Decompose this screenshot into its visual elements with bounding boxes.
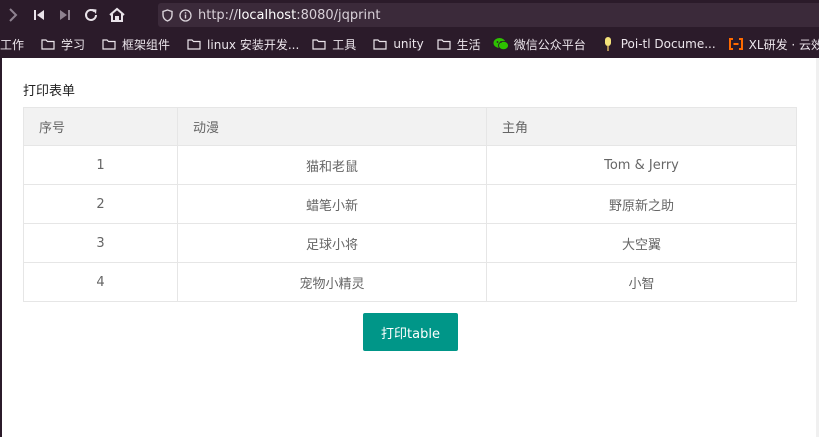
cell-index: 3 <box>23 223 178 263</box>
bookmark-label: 工具 <box>332 37 357 52</box>
bookmark-poi-tl[interactable]: Poi-tl Docume... <box>600 30 722 58</box>
info-icon[interactable] <box>176 3 194 27</box>
bookmark-label: 学习 <box>61 37 86 52</box>
cell-anime: 蜡笔小新 <box>177 184 487 224</box>
bookmark-study[interactable]: 学习 <box>40 30 91 58</box>
home-icon[interactable] <box>104 0 130 30</box>
cell-anime: 猫和老鼠 <box>177 145 487 185</box>
table-row: 1 猫和老鼠 Tom & Jerry <box>23 145 797 185</box>
folder-icon <box>101 36 117 52</box>
table-row: 3 足球小将 大空翼 <box>23 223 797 263</box>
print-table-button[interactable]: 打印table <box>363 313 458 351</box>
page-content: 打印表单 序号 动漫 主角 1 猫和老鼠 Tom & Jerry 2 蜡笔小新 … <box>0 58 819 437</box>
cell-index: 2 <box>23 184 178 224</box>
skip-forward-icon[interactable] <box>52 0 78 30</box>
bookmark-label: Poi-tl Docume... <box>620 37 716 51</box>
cell-index: 1 <box>23 145 178 185</box>
bookmark-frameworks[interactable]: 框架组件 <box>101 30 176 58</box>
bookmark-xl-yunxiao[interactable]: XL研发 · 云效 <box>728 30 819 58</box>
table-header-row: 序号 动漫 主角 <box>23 107 797 146</box>
folder-icon <box>40 36 56 52</box>
column-header-index: 序号 <box>23 107 178 146</box>
aliyun-icon <box>728 36 744 52</box>
cell-protagonist: 小智 <box>486 262 797 302</box>
column-header-protagonist: 主角 <box>486 107 797 146</box>
bookmark-linux[interactable]: linux 安装开发... <box>186 30 305 58</box>
folder-icon <box>372 36 388 52</box>
folder-icon <box>436 36 452 52</box>
skip-back-icon[interactable] <box>26 0 52 30</box>
bookmark-life[interactable]: 生活 <box>436 30 487 58</box>
url-prefix: http:// <box>198 7 238 23</box>
cell-anime: 足球小将 <box>177 223 487 263</box>
folder-icon <box>186 36 202 52</box>
wechat-icon <box>493 36 509 52</box>
bookmark-label: 生活 <box>456 37 481 52</box>
bookmark-work[interactable]: 工作 <box>0 30 30 58</box>
address-bar[interactable]: http://localhost:8080/jqprint <box>158 3 819 27</box>
cell-protagonist: 野原新之助 <box>486 184 797 224</box>
cell-anime: 宠物小精灵 <box>177 262 487 302</box>
url-host: localhost <box>237 7 297 23</box>
bookmarks-bar: 工作 学习 框架组件 linux 安装开发... 工具 unity 生活 微信公… <box>0 30 819 58</box>
reload-icon[interactable] <box>78 0 104 30</box>
bookmark-label: 框架组件 <box>122 37 171 52</box>
bookmark-unity[interactable]: unity <box>372 30 429 58</box>
cell-protagonist: Tom & Jerry <box>486 145 797 185</box>
table-row: 2 蜡笔小新 野原新之助 <box>23 184 797 224</box>
bookmark-tools[interactable]: 工具 <box>311 30 362 58</box>
bookmark-label: 微信公众平台 <box>513 37 586 52</box>
bookmark-label: XL研发 · 云效 <box>748 37 819 52</box>
forward-icon[interactable] <box>0 0 26 30</box>
shield-icon[interactable] <box>158 3 176 27</box>
page-title: 打印表单 <box>23 84 76 99</box>
cell-index: 4 <box>23 262 178 302</box>
table-row: 4 宠物小精灵 小智 <box>23 262 797 302</box>
folder-icon <box>311 36 327 52</box>
bookmark-label: linux 安装开发... <box>207 37 300 52</box>
url-path: :8080/jqprint <box>296 7 381 23</box>
url-text[interactable]: http://localhost:8080/jqprint <box>198 8 380 23</box>
popsicle-icon <box>600 36 616 52</box>
cell-protagonist: 大空翼 <box>486 223 797 263</box>
bookmark-label: 工作 <box>0 37 25 52</box>
column-header-anime: 动漫 <box>177 107 487 146</box>
anime-table: 序号 动漫 主角 1 猫和老鼠 Tom & Jerry 2 蜡笔小新 野原新之助… <box>23 107 797 302</box>
browser-toolbar: http://localhost:8080/jqprint <box>0 0 819 30</box>
bookmark-wechat[interactable]: 微信公众平台 <box>493 30 592 58</box>
bookmark-label: unity <box>393 37 424 51</box>
